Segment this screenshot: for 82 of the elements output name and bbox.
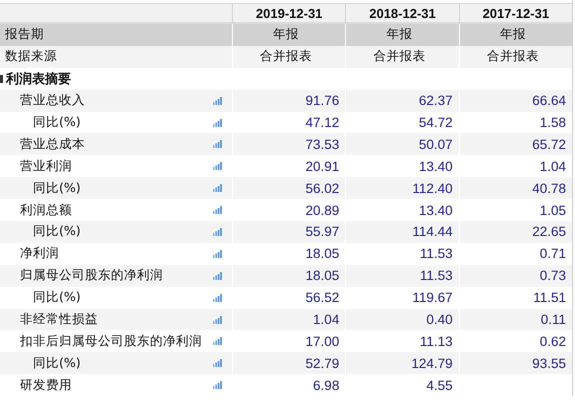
table-cell: 112.40 — [412, 180, 453, 196]
row-label: 营业总成本 — [20, 136, 85, 153]
bar-chart-icon[interactable] — [213, 162, 222, 170]
row-label: 报告期 — [5, 26, 44, 44]
row-label: 同比(%) — [33, 223, 81, 240]
row-label: 营业总收入 — [20, 92, 85, 110]
table-cell: 年报 — [386, 26, 412, 44]
row-label: 利润总额 — [20, 202, 72, 219]
table-cell: 18.05 — [306, 246, 340, 262]
table-cell: 11.51 — [533, 290, 566, 306]
row-label: 非经常性损益 — [20, 311, 98, 328]
table-cell: 124.79 — [411, 356, 453, 371]
table-cell: 52.79 — [306, 356, 340, 371]
row-label: 研发费用 — [20, 376, 72, 394]
table-cell: 56.52 — [306, 290, 340, 306]
bar-chart-icon[interactable] — [213, 337, 222, 346]
table-cell: 0.62 — [540, 334, 566, 349]
table-cell: 73.53 — [306, 136, 340, 152]
table-cell: 54.72 — [418, 115, 453, 130]
table-cell: 91.76 — [306, 93, 340, 108]
bar-chart-icon[interactable] — [213, 118, 222, 126]
table-cell: 4.55 — [426, 378, 453, 393]
bar-chart-icon[interactable] — [213, 96, 222, 105]
row-label: 同比(%) — [33, 354, 81, 372]
table-cell: 年报 — [500, 26, 526, 44]
table-cell: 合并报表 — [373, 48, 426, 66]
column-header: 2019-12-31 — [232, 3, 346, 24]
column-header: 2018-12-31 — [345, 3, 459, 24]
table-cell: 1.58 — [540, 115, 566, 130]
table-cell: 40.78 — [532, 180, 566, 196]
table-cell: 50.07 — [418, 136, 453, 152]
table-cell: 合并报表 — [260, 48, 312, 66]
table-cell: 17.00 — [306, 334, 340, 349]
table-cell: 62.37 — [418, 93, 453, 108]
table-cell: 11.13 — [420, 334, 453, 349]
table-cell: 年报 — [273, 26, 300, 44]
collapse-icon[interactable] — [0, 74, 3, 83]
table-cell: 47.12 — [306, 115, 340, 130]
column-header: 2017-12-31 — [458, 3, 572, 24]
bar-chart-icon[interactable] — [213, 294, 222, 302]
row-label: 同比(%) — [33, 180, 81, 197]
row-label: 同比(%) — [33, 289, 81, 306]
bar-chart-icon[interactable] — [213, 381, 222, 390]
table-cell: 20.89 — [306, 202, 340, 218]
table-cell: 13.40 — [418, 158, 453, 174]
table-cell: 22.65 — [532, 224, 566, 240]
bar-chart-icon[interactable] — [213, 184, 222, 192]
row-label: 归属母公司股东的净利润 — [20, 267, 163, 284]
bar-chart-icon[interactable] — [213, 359, 222, 368]
row-label: 同比(%) — [33, 114, 81, 131]
table-cell: 0.71 — [540, 246, 566, 262]
table-cell: 66.64 — [532, 93, 566, 108]
bar-chart-icon[interactable] — [213, 272, 222, 280]
table-cell: 6.98 — [313, 378, 340, 393]
table-cell: 119.67 — [412, 290, 453, 306]
table-cell: 1.05 — [540, 202, 566, 218]
bar-chart-icon[interactable] — [213, 250, 222, 258]
row-label: 扣非后归属母公司股东的净利润 — [20, 332, 202, 350]
table-cell: 65.72 — [532, 136, 566, 152]
table-cell: 11.53 — [420, 268, 453, 284]
bar-chart-icon[interactable] — [213, 316, 222, 324]
table-cell: 55.97 — [306, 224, 340, 240]
table-cell: 93.55 — [532, 356, 566, 371]
bar-chart-icon[interactable] — [213, 228, 222, 236]
table-cell: 13.40 — [418, 202, 453, 218]
table-cell: 1.04 — [313, 312, 340, 328]
table-cell: 11.53 — [420, 246, 453, 262]
row-label: 数据来源 — [5, 48, 57, 66]
table-cell: 18.05 — [306, 268, 340, 284]
table-cell: 0.40 — [426, 312, 453, 328]
table-cell: 114.44 — [412, 224, 453, 240]
table-cell: 合并报表 — [486, 48, 539, 66]
table-cell: 20.91 — [306, 158, 340, 174]
table-cell: 0.11 — [540, 312, 566, 328]
table-cell: 0.73 — [540, 268, 566, 284]
row-label: 营业利润 — [20, 158, 72, 175]
table-cell: 1.04 — [540, 158, 566, 174]
bar-chart-icon[interactable] — [213, 206, 222, 214]
table-cell: 56.02 — [306, 180, 340, 196]
bar-chart-icon[interactable] — [213, 140, 222, 148]
section-title: 利润表摘要 — [6, 70, 71, 88]
row-label: 净利润 — [20, 245, 59, 262]
